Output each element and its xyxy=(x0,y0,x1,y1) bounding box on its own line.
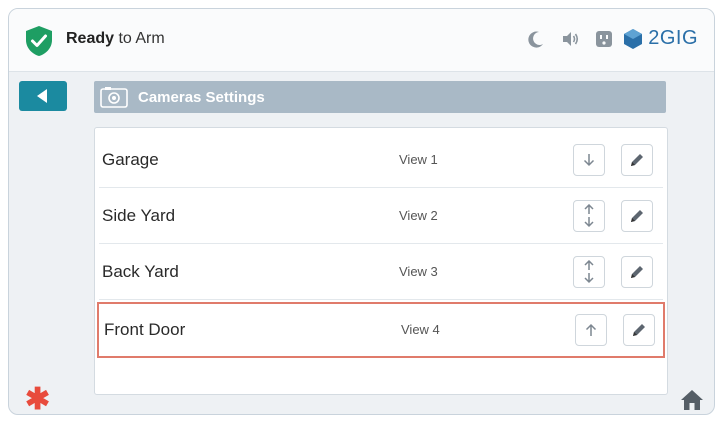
camera-icon xyxy=(100,87,128,108)
camera-row[interactable]: Back Yard View 3 xyxy=(95,244,667,300)
move-up-down-button[interactable] xyxy=(573,256,605,288)
page-title-bar: Cameras Settings xyxy=(94,81,666,113)
camera-name: Garage xyxy=(102,150,159,169)
arm-status-bold: Ready xyxy=(66,30,115,47)
page-title: Cameras Settings xyxy=(138,89,265,106)
status-bar: Ready to Arm 2GIG xyxy=(9,9,714,72)
shield-check-icon xyxy=(26,26,52,56)
back-arrow-icon xyxy=(37,89,47,103)
move-up-down-button[interactable] xyxy=(573,200,605,232)
footer-bar: ✱ xyxy=(9,385,714,414)
speaker-icon[interactable] xyxy=(560,29,580,49)
status-icons xyxy=(526,29,614,49)
home-icon[interactable] xyxy=(680,389,704,411)
2gig-logo-icon xyxy=(624,28,643,49)
row-divider xyxy=(99,299,663,300)
brand-logo: 2GIG xyxy=(622,27,698,50)
device-screen: Ready to Arm 2GIG Cameras Settings Garag… xyxy=(8,8,715,415)
pencil-icon xyxy=(631,154,643,166)
edit-button[interactable] xyxy=(621,200,653,232)
camera-view: View 4 xyxy=(401,322,440,337)
camera-view: View 3 xyxy=(399,264,438,279)
camera-name: Front Door xyxy=(104,320,186,339)
move-up-button[interactable] xyxy=(575,314,607,346)
arrow-down-icon xyxy=(583,154,595,167)
edit-button[interactable] xyxy=(623,314,655,346)
camera-row-selected[interactable]: Front Door View 4 xyxy=(97,302,665,358)
camera-view: View 2 xyxy=(399,208,438,223)
camera-row[interactable]: Side Yard View 2 xyxy=(95,188,667,244)
brand-text: 2GIG xyxy=(648,27,698,49)
camera-name: Side Yard xyxy=(102,206,176,225)
arrow-up-down-icon xyxy=(584,260,594,284)
back-button[interactable] xyxy=(19,81,67,111)
arrow-up-icon xyxy=(585,323,597,336)
pencil-icon xyxy=(631,210,643,222)
move-down-button[interactable] xyxy=(573,144,605,176)
camera-view: View 1 xyxy=(399,152,438,167)
outlet-icon[interactable] xyxy=(594,29,614,49)
camera-name: Back Yard xyxy=(102,262,179,281)
edit-button[interactable] xyxy=(621,144,653,176)
arm-status: Ready to Arm xyxy=(66,30,165,48)
pencil-icon xyxy=(633,324,645,336)
camera-list: Garage View 1 Side Yard View 2 Back Yard… xyxy=(94,127,668,395)
edit-button[interactable] xyxy=(621,256,653,288)
camera-row[interactable]: Garage View 1 xyxy=(95,132,667,188)
arrow-up-down-icon xyxy=(584,204,594,228)
arm-status-rest: to Arm xyxy=(114,30,165,47)
moon-icon[interactable] xyxy=(526,29,546,49)
asterisk-icon[interactable]: ✱ xyxy=(25,385,50,415)
pencil-icon xyxy=(631,266,643,278)
